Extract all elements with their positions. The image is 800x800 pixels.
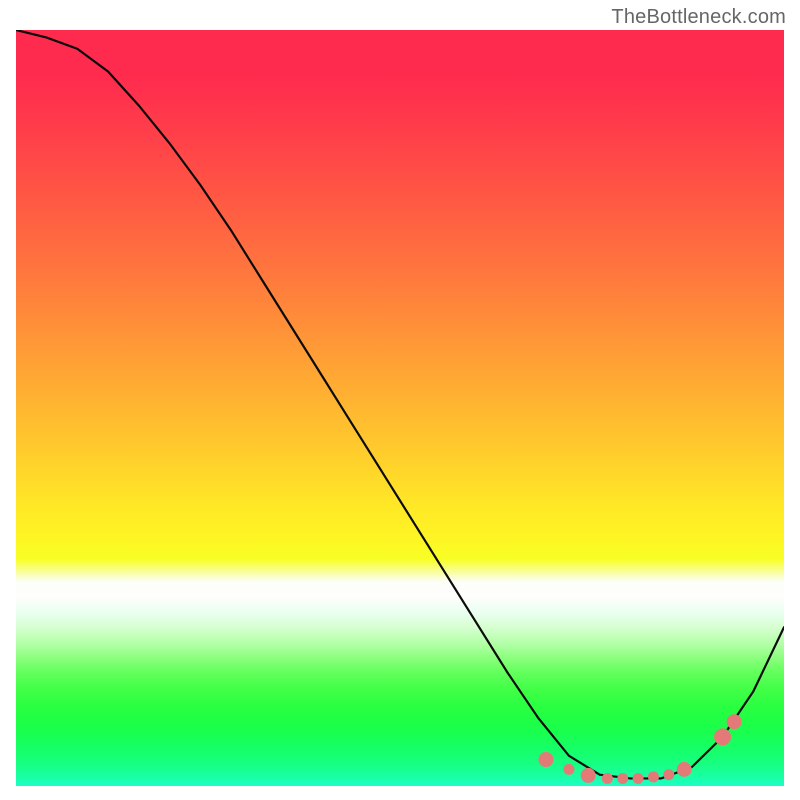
- chart-marker: [581, 768, 595, 782]
- chart-plot-area: [16, 30, 784, 786]
- chart-marker: [539, 753, 553, 767]
- chart-marker: [727, 715, 741, 729]
- chart-marker: [677, 762, 691, 776]
- chart-marker: [664, 770, 674, 780]
- watermark-text: TheBottleneck.com: [611, 6, 786, 29]
- chart-marker: [618, 773, 628, 783]
- chart-marker: [602, 773, 612, 783]
- chart-marker: [715, 729, 731, 745]
- chart-marker: [564, 764, 574, 774]
- chart-svg: [16, 30, 784, 786]
- chart-marker: [648, 772, 658, 782]
- chart-marker: [633, 773, 643, 783]
- chart-curve: [16, 30, 784, 778]
